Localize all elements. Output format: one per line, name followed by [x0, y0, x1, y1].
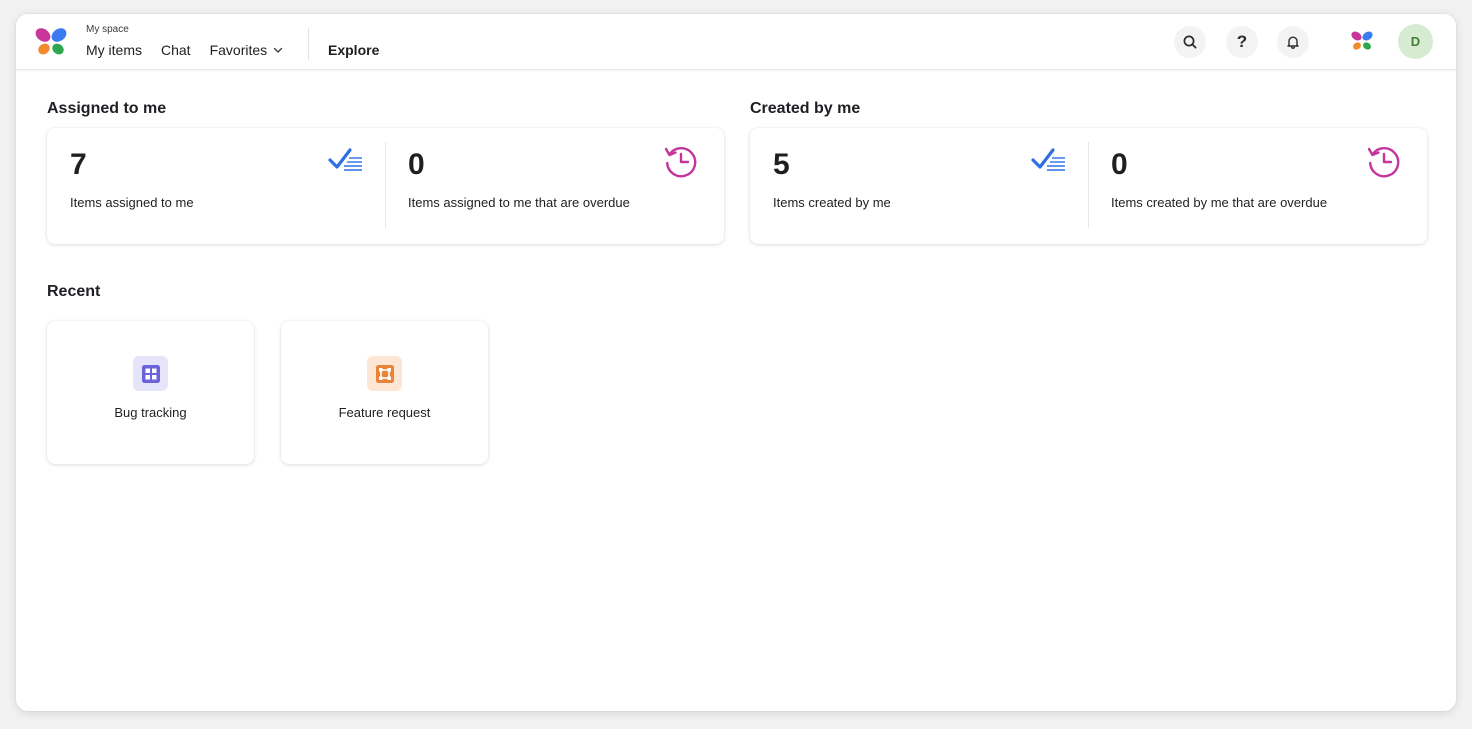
created-total-label: Items created by me	[773, 195, 891, 210]
chevron-down-icon	[274, 47, 283, 53]
main-nav: My items Chat Favorites	[86, 41, 283, 59]
created-summary-card: 5 Items created by me 0 Items created by…	[750, 128, 1427, 244]
assigned-total-value: 7	[70, 148, 87, 181]
app-window: My space My items Chat Favorites Explore…	[16, 14, 1456, 711]
recent-item-icon-tile	[367, 356, 402, 391]
created-total-stat[interactable]: 5 Items created by me	[750, 128, 1088, 244]
recent-section-title: Recent	[47, 283, 101, 300]
help-button[interactable]: ?	[1226, 26, 1258, 58]
created-overdue-label: Items created by me that are overdue	[1111, 195, 1328, 210]
nav-divider	[308, 28, 309, 60]
assigned-summary-card: 7 Items assigned to me 0 Items assigned …	[47, 128, 724, 244]
search-button[interactable]	[1174, 26, 1206, 58]
nav-my-items[interactable]: My items	[86, 41, 142, 59]
notifications-button[interactable]	[1277, 26, 1309, 58]
nav-explore[interactable]: Explore	[328, 42, 379, 58]
history-clock-icon	[664, 147, 697, 178]
space-label: My space	[86, 24, 129, 35]
bell-icon	[1287, 36, 1299, 49]
grid-board-icon	[141, 364, 160, 383]
assigned-total-label: Items assigned to me	[70, 195, 194, 210]
assigned-total-stat[interactable]: 7 Items assigned to me	[47, 128, 385, 244]
created-overdue-stat[interactable]: 0 Items created by me that are overdue	[1088, 128, 1427, 244]
avatar[interactable]: D	[1398, 24, 1433, 59]
assigned-overdue-label: Items assigned to me that are overdue	[408, 195, 630, 210]
top-bar: My space My items Chat Favorites Explore…	[16, 14, 1456, 70]
created-total-value: 5	[773, 148, 790, 181]
search-icon	[1183, 35, 1197, 49]
created-overdue-value: 0	[1111, 148, 1128, 181]
help-icon: ?	[1236, 32, 1248, 51]
recent-item-bug-tracking[interactable]: Bug tracking	[47, 321, 254, 464]
recent-item-feature-request[interactable]: Feature request	[281, 321, 488, 464]
logo-butterfly-icon[interactable]	[34, 26, 68, 58]
recent-item-label: Feature request	[338, 405, 431, 420]
nav-chat[interactable]: Chat	[161, 41, 191, 59]
history-clock-icon	[1367, 147, 1400, 178]
assigned-overdue-value: 0	[408, 148, 425, 181]
recent-item-label: Bug tracking	[114, 405, 187, 420]
nav-favorites-label: Favorites	[209, 42, 268, 58]
recent-item-icon-tile	[133, 356, 168, 391]
assigned-section-title: Assigned to me	[47, 100, 167, 117]
checklist-icon	[328, 148, 362, 171]
assigned-overdue-stat[interactable]: 0 Items assigned to me that are overdue	[385, 128, 724, 244]
checklist-icon	[1031, 148, 1065, 171]
brand-butterfly-icon[interactable]	[1350, 30, 1374, 52]
frame-board-icon	[375, 364, 394, 383]
nav-favorites[interactable]: Favorites	[210, 41, 284, 59]
created-section-title: Created by me	[750, 100, 861, 117]
